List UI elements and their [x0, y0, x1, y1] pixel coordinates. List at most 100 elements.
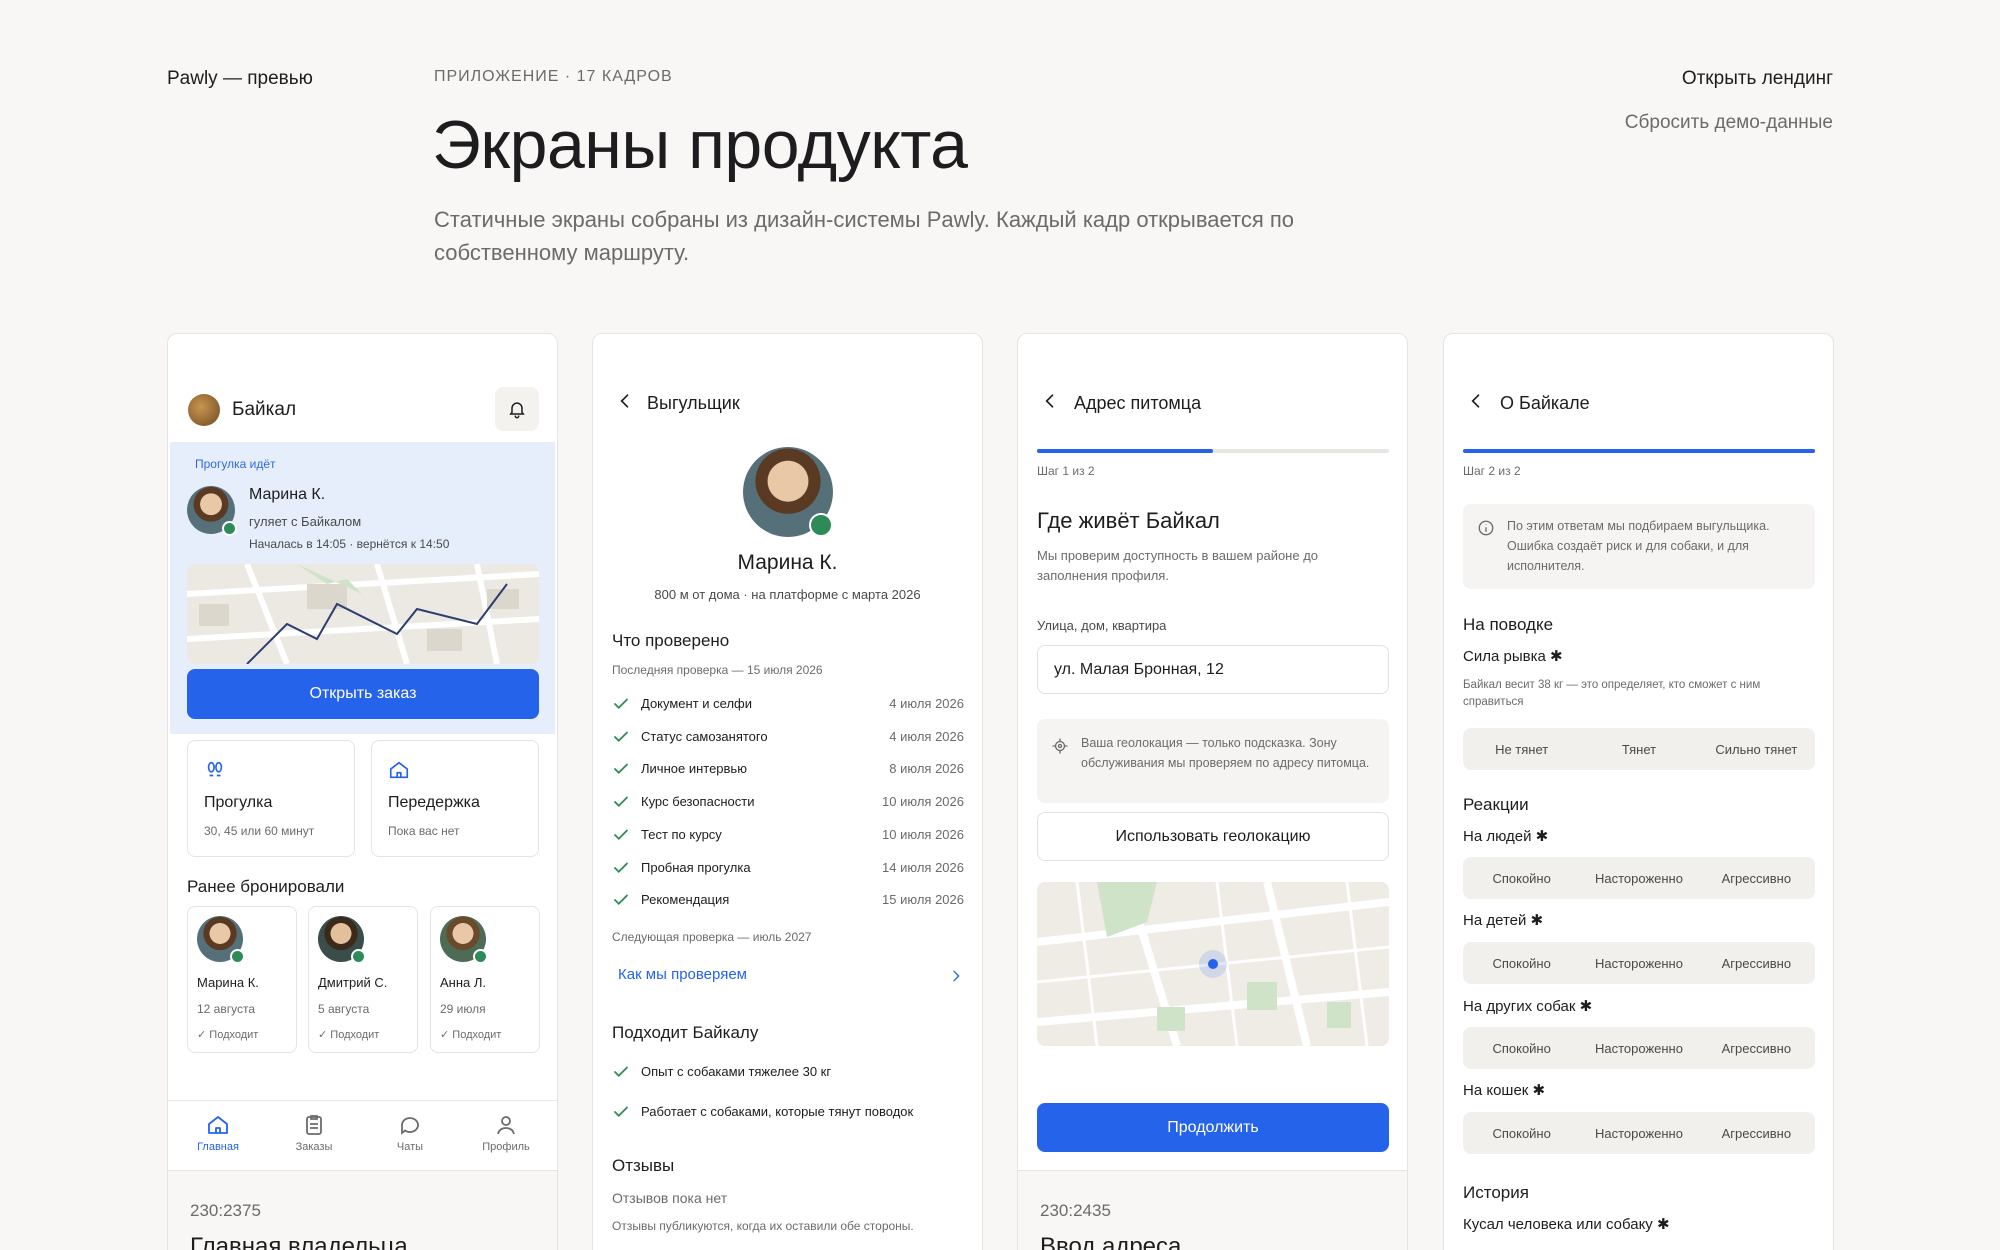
- service-card-walk[interactable]: Прогулка 30, 45 или 60 минут: [187, 740, 355, 857]
- address-title: Где живёт Байкал: [1037, 508, 1220, 533]
- fit-row: Опыт с собаками тяжелее 30 кг: [612, 1062, 964, 1084]
- eyebrow: ПРИЛОЖЕНИЕ · 17 КАДРОВ: [434, 68, 673, 85]
- check-row: Документ и селфи 4 июля 2026: [612, 694, 964, 716]
- previous-walker-card[interactable]: Анна Л. 29 июля ✓ Подходит: [430, 906, 540, 1053]
- screen-title: Выгульщик: [647, 393, 740, 413]
- open-landing-link[interactable]: Открыть лендинг: [1682, 68, 1833, 90]
- fit-status: ✓ Подходит: [197, 1029, 259, 1041]
- check-icon: [612, 859, 630, 877]
- service-card-boarding[interactable]: Передержка Пока вас нет: [371, 740, 539, 857]
- service-title: Прогулка: [204, 794, 273, 811]
- fit-row: Работает с собаками, которые тянут повод…: [612, 1102, 964, 1124]
- check-icon: [612, 695, 630, 713]
- history-title: История: [1463, 1183, 1529, 1202]
- reaction-label: На детей ✱: [1463, 912, 1544, 929]
- frame-caption: 230:2435 Ввод адреса: [1018, 1170, 1407, 1250]
- check-icon: [612, 1103, 630, 1121]
- option-calm[interactable]: Спокойно: [1463, 857, 1580, 899]
- walker-name: Марина К.: [737, 551, 838, 574]
- reset-demo-link[interactable]: Сбросить демо-данные: [1625, 112, 1833, 134]
- use-geolocation-button[interactable]: Использовать геолокацию: [1037, 812, 1389, 861]
- option-wary[interactable]: Настороженно: [1580, 857, 1697, 899]
- frame-walker-profile[interactable]: Выгульщик Марина К. 800 м от дома · на п…: [592, 333, 983, 1250]
- check-icon: [612, 826, 630, 844]
- option-pull[interactable]: Тянет: [1580, 728, 1697, 770]
- tab-home[interactable]: Главная: [183, 1113, 253, 1153]
- verified-subtitle: Последняя проверка — 15 июля 2026: [612, 663, 823, 677]
- leash-title: На поводке: [1463, 615, 1554, 634]
- option-aggressive[interactable]: Агрессивно: [1698, 1027, 1815, 1069]
- info-text: По этим ответам мы подбираем выгульщика.…: [1507, 519, 1770, 573]
- tab-chats[interactable]: Чаты: [375, 1113, 445, 1153]
- notifications-button[interactable]: [495, 387, 539, 431]
- back-button[interactable]: [615, 391, 635, 411]
- option-wary[interactable]: Настороженно: [1580, 1027, 1697, 1069]
- previous-walker-card[interactable]: Дмитрий С. 5 августа ✓ Подходит: [308, 906, 418, 1053]
- info-icon: [1477, 519, 1495, 537]
- pet-name: Байкал: [232, 399, 297, 420]
- frame-name: Ввод адреса: [1040, 1233, 1182, 1250]
- previous-walker-card[interactable]: Марина К. 12 августа ✓ Подходит: [187, 906, 297, 1053]
- option-aggressive[interactable]: Агрессивно: [1698, 942, 1815, 984]
- option-wary[interactable]: Настороженно: [1580, 942, 1697, 984]
- option-no-pull[interactable]: Не тянет: [1463, 728, 1580, 770]
- frame-about-dog[interactable]: О Байкале Шаг 2 из 2 По этим ответам мы …: [1443, 333, 1834, 1250]
- open-order-button[interactable]: Открыть заказ: [187, 669, 539, 719]
- service-subtitle: Пока вас нет: [388, 824, 460, 838]
- frame-pet-address[interactable]: Адрес питомца Шаг 1 из 2 Где живёт Байка…: [1017, 333, 1408, 1250]
- chevron-left-icon: [615, 391, 635, 411]
- reviews-title: Отзывы: [612, 1156, 675, 1175]
- user-icon: [471, 1113, 541, 1137]
- reactions-title: Реакции: [1463, 795, 1529, 814]
- screen-title: О Байкале: [1500, 393, 1590, 413]
- walker-avatar: [743, 447, 833, 537]
- tab-orders[interactable]: Заказы: [279, 1113, 349, 1153]
- walker-name: Марина К.: [197, 975, 259, 990]
- check-icon: [612, 891, 630, 909]
- check-row: Курс безопасности 10 июля 2026: [612, 792, 964, 814]
- tab-profile[interactable]: Профиль: [471, 1113, 541, 1153]
- option-strong-pull[interactable]: Сильно тянет: [1698, 728, 1815, 770]
- check-row: Пробная прогулка 14 июля 2026: [612, 858, 964, 880]
- walk-route-map[interactable]: [187, 564, 539, 664]
- pull-strength-selector: Не тянет Тянет Сильно тянет: [1463, 728, 1815, 770]
- back-button[interactable]: [1466, 391, 1486, 411]
- step-label: Шаг 1 из 2: [1037, 464, 1095, 478]
- verified-badge-icon: [351, 949, 366, 964]
- how-we-check-link[interactable]: Как мы проверяем: [618, 966, 964, 990]
- reaction-cats-selector: Спокойно Настороженно Агрессивно: [1463, 1112, 1815, 1154]
- home-icon: [183, 1113, 253, 1137]
- reaction-people-selector: Спокойно Настороженно Агрессивно: [1463, 857, 1815, 899]
- frame-id: 230:2375: [190, 1201, 261, 1220]
- check-row: Тест по курсу 10 июля 2026: [612, 825, 964, 847]
- check-row: Личное интервью 8 июля 2026: [612, 759, 964, 781]
- option-calm[interactable]: Спокойно: [1463, 1112, 1580, 1154]
- brand-label: Pawly — превью: [167, 68, 313, 89]
- option-calm[interactable]: Спокойно: [1463, 1027, 1580, 1069]
- pull-title: Сила рывка ✱: [1463, 648, 1563, 665]
- option-aggressive[interactable]: Агрессивно: [1698, 1112, 1815, 1154]
- address-input[interactable]: ул. Малая Бронная, 12: [1037, 645, 1389, 694]
- address-field-label: Улица, дом, квартира: [1037, 618, 1167, 633]
- address-map[interactable]: [1037, 882, 1389, 1046]
- reaction-label: На людей ✱: [1463, 828, 1549, 845]
- continue-button[interactable]: Продолжить: [1037, 1103, 1389, 1152]
- frame-id: 230:2435: [1040, 1201, 1111, 1220]
- option-wary[interactable]: Настороженно: [1580, 1112, 1697, 1154]
- fit-status: ✓ Подходит: [440, 1029, 502, 1041]
- check-icon: [612, 793, 630, 811]
- bell-icon: [507, 399, 527, 419]
- service-subtitle: 30, 45 или 60 минут: [204, 824, 315, 838]
- walker-avatar: [440, 916, 488, 964]
- frame-owner-home[interactable]: Байкал Прогулка идёт Марина К. гуляет с …: [167, 333, 558, 1250]
- check-row: Рекомендация 15 июля 2026: [612, 890, 964, 912]
- chevron-left-icon: [1040, 391, 1060, 411]
- option-aggressive[interactable]: Агрессивно: [1698, 857, 1815, 899]
- back-button[interactable]: [1040, 391, 1060, 411]
- booking-date: 29 июля: [440, 1002, 486, 1016]
- clipboard-icon: [279, 1113, 349, 1137]
- walker-avatar: [318, 916, 366, 964]
- walker-meta: 800 м от дома · на платформе с марта 202…: [654, 587, 921, 602]
- step-label: Шаг 2 из 2: [1463, 464, 1521, 478]
- option-calm[interactable]: Спокойно: [1463, 942, 1580, 984]
